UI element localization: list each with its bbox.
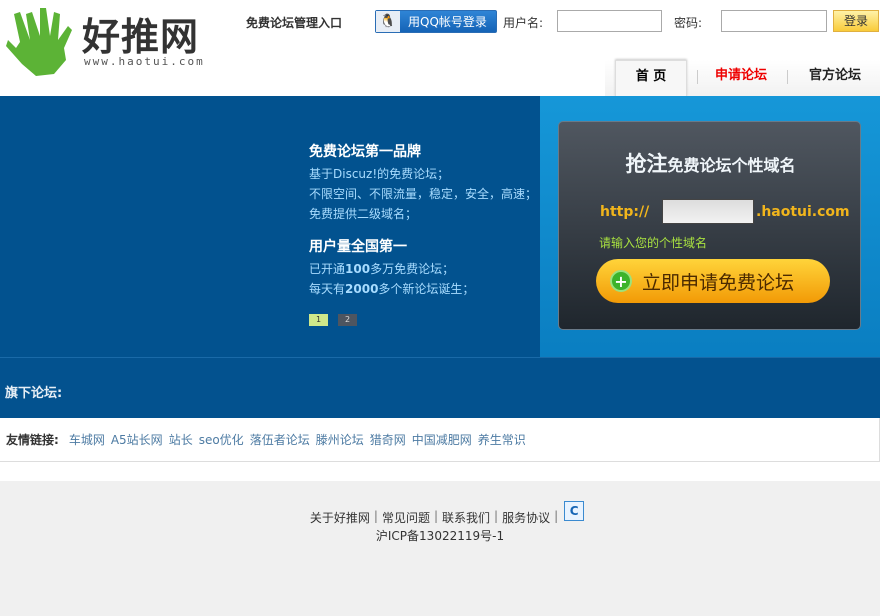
username-label: 用户名: [503,16,544,30]
plus-icon: + [610,270,632,292]
logo-text: 好推网 [82,15,200,59]
sub-forums-label: 旗下论坛: [5,386,63,401]
footer-links: 关于好推网 | 常见问题 | 联系我们 | 服务协议 | C [0,501,880,526]
friend-link[interactable]: seo优化 [199,431,244,448]
cnzz-stat-icon[interactable]: C [564,501,585,521]
logo-url: www.haotui.com [84,55,205,68]
password-input[interactable] [721,10,827,32]
logo-hand-icon [6,8,72,76]
banner-line: 不限空间、不限流量，稳定，安全，高速； [309,187,538,201]
domain-register-card: 抢注免费论坛个性域名 http:// .haotui.com 请输入您的个性域名… [558,121,861,330]
footer: 关于好推网 | 常见问题 | 联系我们 | 服务协议 | C 沪ICP备13022119… [0,481,880,616]
nav-divider [787,70,788,84]
friend-link[interactable]: 猎奇网 [370,431,406,448]
banner-heading: 用户量全国第一 [309,239,407,255]
domain-input[interactable] [662,199,754,224]
friend-links: 友情链接: 车城网 A5站长网 站长 seo优化 落伍者论坛 滕州论坛 猎奇网 … [0,418,880,462]
footer-link-about[interactable]: 关于好推网 [310,509,370,526]
friend-link[interactable]: 车城网 [69,431,105,448]
qq-penguin-icon: 🐧 [376,11,400,32]
friend-links-label: 友情链接: [6,433,59,447]
main-nav: 首 页 申请论坛 官方论坛 [605,60,880,97]
banner-heading: 免费论坛第一品牌 [309,144,421,160]
friend-link[interactable]: 养生常识 [478,431,526,448]
friend-link[interactable]: 滕州论坛 [316,431,364,448]
admin-entry-link[interactable]: 免费论坛管理入口 [246,14,342,31]
friend-link[interactable]: 站长 [169,431,193,448]
domain-prefix: http:// [600,204,650,220]
friend-link[interactable]: 落伍者论坛 [250,431,310,448]
login-button[interactable]: 登录 [833,10,879,32]
card-title: 抢注免费论坛个性域名 [625,152,796,176]
banner-line: 已开通100多万免费论坛； [309,262,455,276]
slide-page-2[interactable]: 2 [338,314,357,326]
sub-forums-band: 旗下论坛: [0,357,880,418]
tab-official-forum[interactable]: 官方论坛 [795,60,875,97]
banner-slide: 免费论坛第一品牌 基于Discuz!的免费论坛； 不限空间、不限流量，稳定，安全… [0,96,540,357]
icp-license[interactable]: 沪ICP备13022119号-1 [0,527,880,544]
apply-forum-button[interactable]: + 立即申请免费论坛 [596,259,830,303]
qq-login-button[interactable]: 🐧 用QQ帐号登录 [375,10,497,33]
username-input[interactable] [557,10,662,32]
friend-link[interactable]: A5站长网 [111,431,163,448]
slide-page-1[interactable]: 1 [309,314,328,326]
friend-link[interactable]: 中国减肥网 [412,431,472,448]
domain-suffix: .haotui.com [756,204,850,220]
nav-divider [697,70,698,84]
banner-line: 每天有2000多个新论坛诞生； [309,282,475,296]
footer-link-contact[interactable]: 联系我们 [442,509,490,526]
footer-link-terms[interactable]: 服务协议 [502,509,550,526]
footer-link-faq[interactable]: 常见问题 [382,509,430,526]
tab-apply-forum[interactable]: 申请论坛 [705,60,777,97]
domain-hint: 请输入您的个性域名 [599,236,708,250]
password-label: 密码: [674,16,703,30]
banner-line: 免费提供二级域名； [309,207,418,221]
tab-home[interactable]: 首 页 [615,60,687,97]
banner-line: 基于Discuz!的免费论坛； [309,167,450,181]
